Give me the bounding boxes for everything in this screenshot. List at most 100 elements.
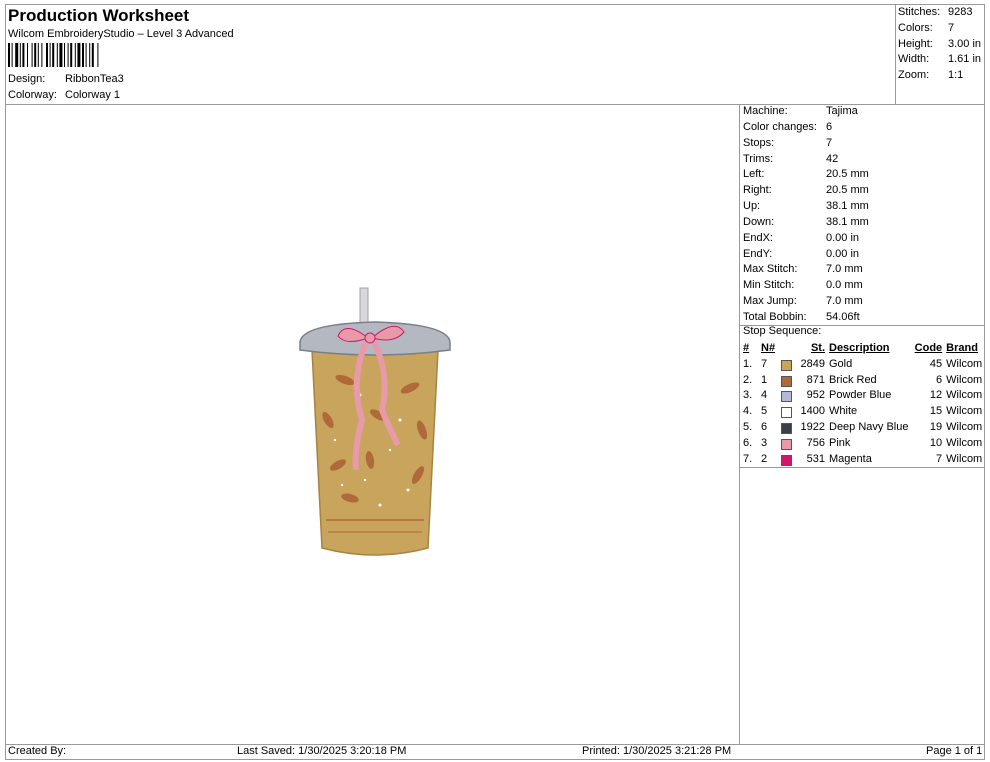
spec-value: 42 <box>826 152 839 165</box>
summary-value: 7 <box>948 21 955 34</box>
cup-body <box>311 349 439 556</box>
color-swatch <box>781 359 792 371</box>
spec-value: 38.1 mm <box>826 215 869 228</box>
spec-value: Tajima <box>826 105 858 117</box>
spec-value: 0.00 in <box>826 231 860 244</box>
cell-text: 1 <box>761 373 768 386</box>
cell-desc: Gold <box>827 357 912 373</box>
machine-specs: Machine: Tajima Color changes: 6 Stops: 7 T… <box>743 104 985 326</box>
cell-code: 45 <box>912 357 944 373</box>
spec-label: Left: <box>743 168 765 181</box>
cell-n: 3 <box>759 436 779 452</box>
summary-row: Stitches: 9283 <box>898 5 986 21</box>
summary-label: Width: <box>898 53 930 66</box>
cell-text: Powder Blue <box>829 389 892 402</box>
cell-brand: Wilcom <box>944 388 985 404</box>
spec-value: 20.5 mm <box>826 168 869 181</box>
cell-code: 12 <box>912 388 944 404</box>
cell-text: 1. <box>743 357 753 370</box>
cell-text: 6 <box>761 420 768 433</box>
cell-code: 19 <box>912 420 944 436</box>
spec-value: 7 <box>826 136 833 149</box>
cell-text: 2849 <box>800 357 825 370</box>
cell-text: Magenta <box>829 452 872 465</box>
summary-label: Colors: <box>898 21 933 34</box>
colorway-row: Colorway: Colorway 1 <box>8 89 120 101</box>
cell-text: Wilcom <box>946 389 983 402</box>
cell-num: 7. <box>741 452 759 468</box>
design-value: RibbonTea3 <box>65 73 124 85</box>
spec-value: 38.1 mm <box>826 200 869 213</box>
spec-row: Min Stitch: 0.0 mm <box>743 278 985 294</box>
summary-panel: Stitches: 9283 Colors: 7 Height: 3.00 in Wi… <box>898 5 986 84</box>
summary-label: Zoom: <box>898 69 930 82</box>
cell-text: 6 <box>936 373 943 386</box>
cell-text: Deep Navy Blue <box>829 420 909 433</box>
cell-text: Wilcom <box>946 452 983 465</box>
cell-text: 4 <box>761 389 768 402</box>
cell-code: 10 <box>912 436 944 452</box>
spec-row: Max Stitch: 7.0 mm <box>743 262 985 278</box>
spec-row: Total Bobbin: 54.06ft <box>743 310 985 326</box>
color-swatch <box>781 407 792 419</box>
cell-st: 1400 <box>779 404 827 420</box>
table-row: 6. 3 756 Pink 10 Wilcom <box>741 436 985 452</box>
spec-row: Machine: Tajima <box>743 104 985 120</box>
summary-value: 1:1 <box>948 69 964 82</box>
cell-text: Wilcom <box>946 357 983 370</box>
cell-st: 756 <box>779 436 827 452</box>
cell-text: 3 <box>761 436 768 449</box>
cell-text: White <box>829 405 858 418</box>
cell-text: 1922 <box>800 420 825 433</box>
spec-value: 0.0 mm <box>826 279 863 292</box>
cell-num: 4. <box>741 404 759 420</box>
spec-row: Stops: 7 <box>743 136 985 152</box>
cell-brand: Wilcom <box>944 452 985 468</box>
table-row: 4. 5 1400 White 15 Wilcom <box>741 404 985 420</box>
spec-row: EndY: 0.00 in <box>743 247 985 263</box>
cell-n: 5 <box>759 404 779 420</box>
col-desc-header: Description <box>829 342 890 354</box>
software-name: Wilcom EmbroideryStudio – Level 3 Advanc… <box>8 28 234 40</box>
spec-row: Right: 20.5 mm <box>743 183 985 199</box>
summary-row: Zoom: 1:1 <box>898 68 986 84</box>
embroidery-design-preview <box>299 287 451 556</box>
cell-text: 2. <box>743 373 753 386</box>
cell-desc: Brick Red <box>827 373 912 389</box>
table-header-row: # N# St. Description Code Brand <box>741 341 985 357</box>
summary-label: Stitches: <box>898 6 941 18</box>
cell-num: 6. <box>741 436 759 452</box>
page-title: Production Worksheet <box>8 6 190 25</box>
spec-label: Right: <box>743 184 772 197</box>
col-st-header: St. <box>810 342 825 354</box>
cell-text: 2 <box>761 452 768 465</box>
cell-desc: Deep Navy Blue <box>827 420 912 436</box>
spec-label: Trims: <box>743 152 774 165</box>
cell-text: 19 <box>929 420 943 433</box>
footer-last-saved: Last Saved: 1/30/2025 3:20:18 PM <box>237 745 407 757</box>
cell-n: 7 <box>759 357 779 373</box>
col-code-header: Code <box>914 342 943 354</box>
cell-text: 3. <box>743 389 753 402</box>
cell-code: 6 <box>912 373 944 389</box>
specs-divider <box>739 104 740 744</box>
cell-text: 12 <box>929 389 943 402</box>
cell-brand: Wilcom <box>944 436 985 452</box>
spec-label: Total Bobbin: <box>743 310 807 323</box>
spec-label: Max Stitch: <box>743 263 798 276</box>
footer-printed: Printed: 1/30/2025 3:21:28 PM <box>582 745 732 757</box>
cell-text: Pink <box>829 436 851 449</box>
footer-divider <box>5 744 985 745</box>
summary-value: 1.61 in <box>948 53 982 66</box>
cell-st: 952 <box>779 388 827 404</box>
footer-created-by: Created By: <box>8 745 67 757</box>
cell-text: 45 <box>929 357 943 370</box>
spec-label: Color changes: <box>743 120 817 133</box>
color-swatch <box>781 454 792 466</box>
cell-desc: Pink <box>827 436 912 452</box>
cell-text: 756 <box>806 436 825 449</box>
cell-text: 10 <box>929 436 943 449</box>
cell-brand: Wilcom <box>944 373 985 389</box>
cell-st: 1922 <box>779 420 827 436</box>
cell-text: Wilcom <box>946 373 983 386</box>
